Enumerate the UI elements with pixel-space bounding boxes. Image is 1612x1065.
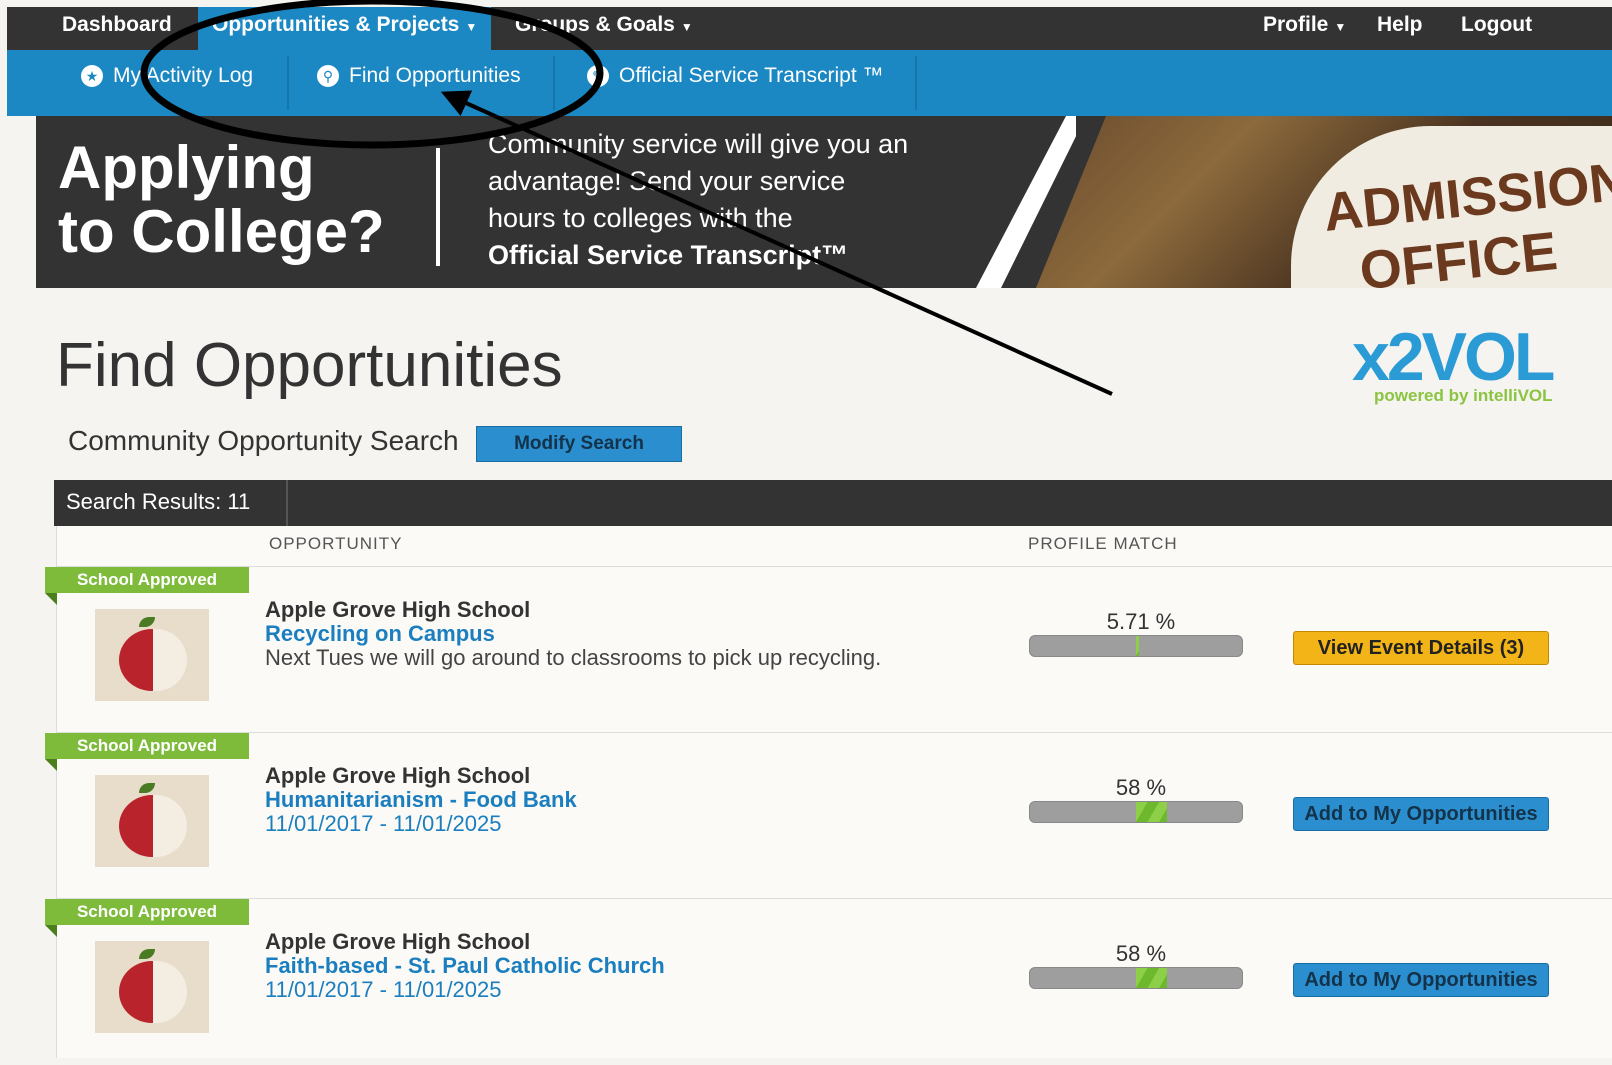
page-title: Find Opportunities [56,331,563,400]
profile-match-bar [1029,801,1243,823]
profile-match-percent: 58 % [1115,941,1167,966]
college-banner[interactable]: Applying to College? Community service w… [36,116,1612,288]
opportunity-dates: 11/01/2017 - 11/01/2025 [265,977,502,1002]
banner-desc-line3: hours to colleges with the [488,203,793,233]
document-icon: ✎ [587,65,609,88]
profile-match-fill [1136,968,1167,988]
banner-desc-bold: Official Service Transcript™ [488,240,849,270]
apple-image [95,609,209,701]
subnav-find-opportunities-label: Find Opportunities [349,64,521,87]
results-table: OPPORTUNITY PROFILE MATCH School Approve… [45,526,1612,1058]
banner-description: Community service will give you an advan… [488,126,1048,274]
nav-help[interactable]: Help [1377,7,1423,50]
organization-name: Apple Grove High School [265,929,531,954]
nav-profile-label: Profile [1263,13,1329,36]
table-row: School Approved Apple Grove High School … [45,898,1612,1065]
profile-match-percent: 5.71 % [1106,609,1176,634]
profile-match-percent: 58 % [1115,775,1167,800]
x2vol-logo: x2VOL powered by intelliVOL [1352,318,1555,405]
subnav-activity-log-label: My Activity Log [113,64,254,87]
profile-match-fill [1136,636,1140,656]
logo-main: x2VOL [1352,319,1555,395]
banner-desc-line1: Community service will give you an [488,129,909,159]
opportunity-title-link[interactable]: Faith-based - St. Paul Catholic Church [265,953,665,979]
nav-opportunities-label: Opportunities & Projects [212,13,460,36]
sub-navigation: ★ My Activity Log ⚲ Find Opportunities ✎ Of… [7,50,1612,116]
column-header-opportunity: OPPORTUNITY [269,534,403,553]
add-to-my-opportunities-button[interactable]: Add to My Opportunities [1293,797,1549,831]
banner-desc-line2: advantage! Send your service [488,166,846,196]
profile-match-bar [1029,635,1243,657]
opportunity-dates: 11/01/2017 - 11/01/2025 [265,811,502,836]
opportunity-description: Next Tues we will go around to classroom… [265,645,882,670]
banner-divider [436,148,440,266]
nav-logout[interactable]: Logout [1461,7,1532,50]
school-approved-badge: School Approved [45,567,249,605]
view-event-details-button[interactable]: View Event Details (3) [1293,631,1549,665]
subnav-official-transcript[interactable]: ✎ Official Service Transcript ™ [587,50,884,110]
school-approved-badge: School Approved [45,899,249,937]
opportunity-title-link[interactable]: Recycling on Campus [265,621,495,647]
caret-down-icon: ▼ [465,20,478,34]
add-to-my-opportunities-button[interactable]: Add to My Opportunities [1293,963,1549,997]
search-label: Community Opportunity Search [68,425,459,456]
star-icon: ★ [81,65,103,88]
results-bar: Search Results: 11 [54,480,1612,526]
search-results-count[interactable]: Search Results: 11 [54,480,288,526]
subnav-activity-log[interactable]: ★ My Activity Log [81,50,253,110]
subnav-divider [553,56,555,110]
nav-groups-goals[interactable]: Groups & Goals ▼ [515,7,693,50]
subnav-divider [915,56,917,110]
nav-profile[interactable]: Profile ▼ [1263,7,1346,50]
nav-opportunities-projects[interactable]: Opportunities & Projects ▼ [198,7,492,50]
school-approved-badge: School Approved [45,733,249,771]
opportunity-title-link[interactable]: Humanitarianism - Food Bank [265,787,577,813]
nav-groups-label: Groups & Goals [515,13,675,36]
nav-dashboard[interactable]: Dashboard [62,7,172,50]
banner-title-line2: to College? [58,198,385,265]
organization-name: Apple Grove High School [265,597,531,622]
profile-match-fill [1136,802,1167,822]
subnav-transcript-label: Official Service Transcript ™ [619,64,884,87]
banner-title-line1: Applying [58,134,315,201]
banner-title: Applying to College? [58,136,385,264]
apple-image [95,775,209,867]
table-row: School Approved Apple Grove High School … [45,566,1612,733]
subnav-divider [287,56,289,110]
organization-name: Apple Grove High School [265,763,531,788]
logo-sub: powered by intelliVOL [1374,386,1553,405]
column-header-profile-match: PROFILE MATCH [1028,534,1178,553]
modify-search-button[interactable]: Modify Search [476,426,682,462]
apple-image [95,941,209,1033]
caret-down-icon: ▼ [1334,20,1347,34]
table-row: School Approved Apple Grove High School … [45,732,1612,899]
search-icon: ⚲ [317,65,339,88]
profile-match-bar [1029,967,1243,989]
subnav-find-opportunities[interactable]: ⚲ Find Opportunities [317,50,521,110]
caret-down-icon: ▼ [680,20,693,34]
top-navigation: Dashboard Opportunities & Projects ▼ Grou… [7,7,1612,50]
